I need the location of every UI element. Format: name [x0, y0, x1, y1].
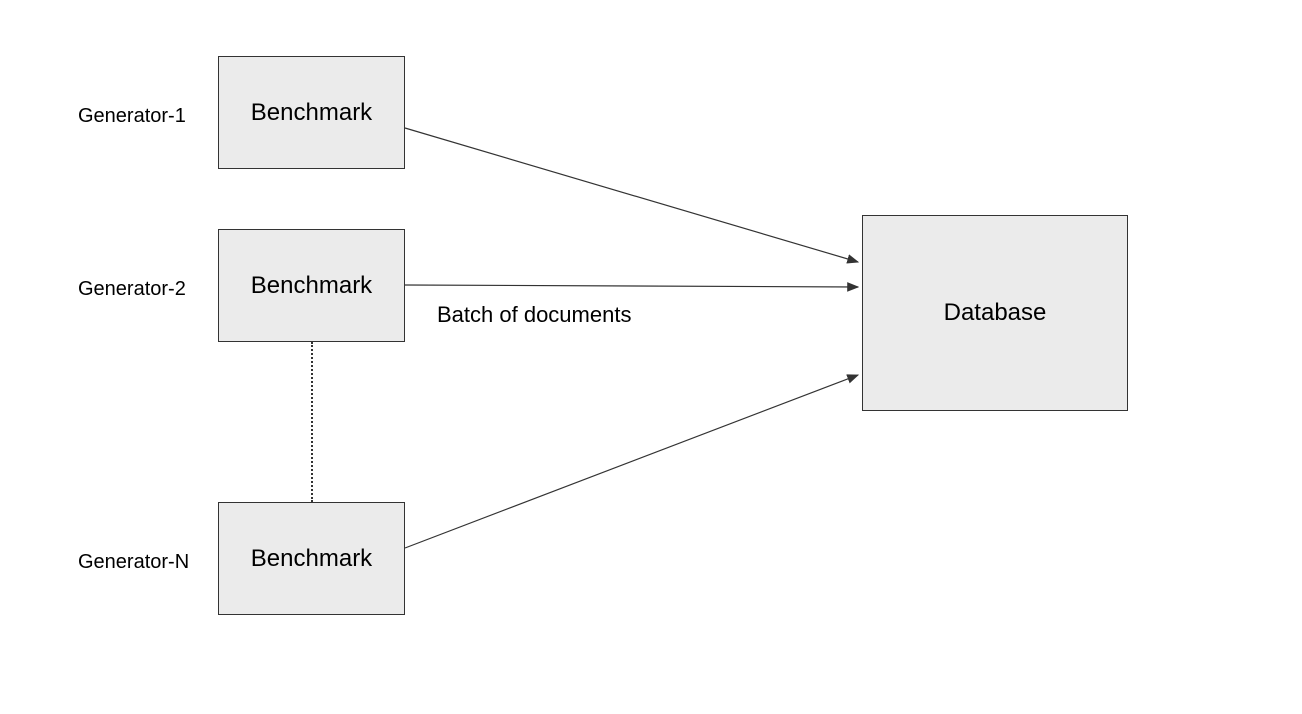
- database-box: Database: [862, 215, 1128, 411]
- arrow-n: [405, 375, 858, 548]
- benchmark-box-n-text: Benchmark: [251, 545, 372, 573]
- benchmark-box-2: Benchmark: [218, 229, 405, 342]
- dotted-connector: [311, 342, 313, 502]
- generator-n-label: Generator-N: [78, 551, 189, 574]
- generator-2-label: Generator-2: [78, 278, 186, 301]
- arrow-1: [405, 128, 858, 262]
- generator-1-label: Generator-1: [78, 105, 186, 128]
- database-box-text: Database: [944, 299, 1047, 327]
- arrow-2: [405, 285, 858, 287]
- benchmark-box-1-text: Benchmark: [251, 99, 372, 127]
- benchmark-box-2-text: Benchmark: [251, 272, 372, 300]
- benchmark-box-1: Benchmark: [218, 56, 405, 169]
- benchmark-box-n: Benchmark: [218, 502, 405, 615]
- edge-label: Batch of documents: [437, 302, 631, 328]
